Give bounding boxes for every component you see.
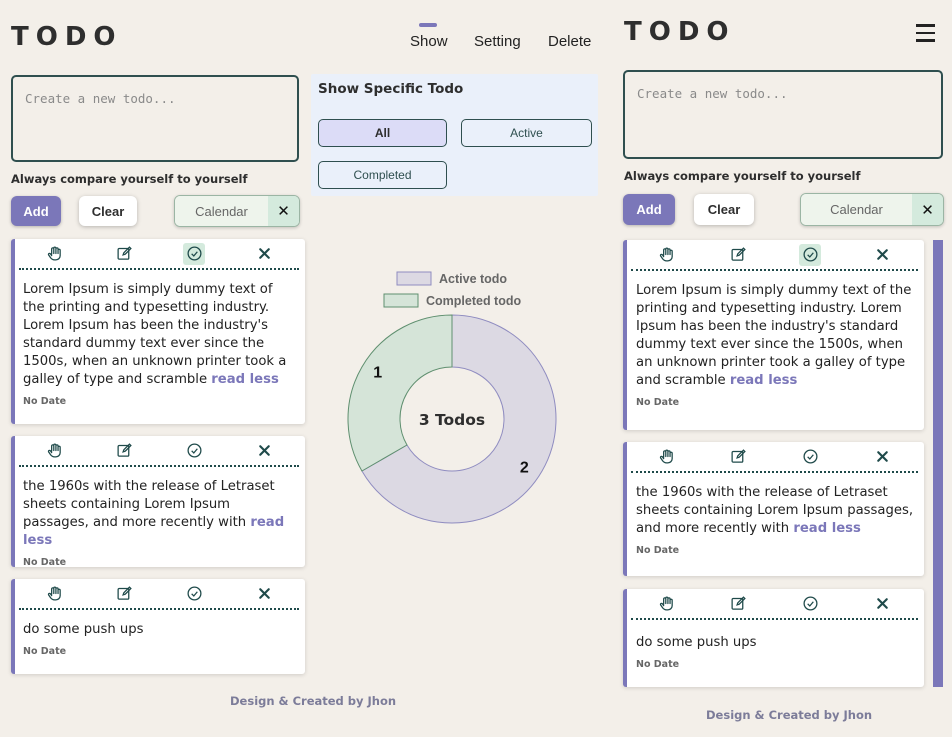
- nav-delete-link[interactable]: Delete: [548, 33, 591, 50]
- app-logo-mobile: TODO: [624, 17, 736, 47]
- read-less-link[interactable]: read less: [793, 521, 861, 536]
- drag-hand-icon[interactable]: [656, 446, 678, 468]
- new-todo-input[interactable]: [11, 75, 299, 162]
- todo-card-mobile: do some push ups No Date: [623, 589, 924, 687]
- check-circle-icon[interactable]: [183, 242, 205, 265]
- filter-panel: Show Specific Todo All Active Completed: [311, 74, 598, 196]
- legend-swatch-1: [383, 293, 419, 308]
- edit-icon[interactable]: [113, 243, 135, 265]
- clear-button-mobile[interactable]: Clear: [694, 194, 754, 225]
- donut-slice-completed-todo: [347, 314, 453, 472]
- filter-title: Show Specific Todo: [318, 81, 464, 97]
- todo-date: No Date: [23, 646, 67, 657]
- calendar-button-mobile[interactable]: Calendar: [801, 194, 912, 225]
- footer-credit: Design & Created by Jhon: [230, 694, 397, 708]
- drag-hand-icon[interactable]: [43, 583, 65, 605]
- todo-text: Lorem Ipsum is simply dummy text of the …: [636, 283, 912, 388]
- chart-center-label: 3 Todos: [419, 411, 485, 429]
- todo-toolbar: [19, 239, 299, 270]
- footer-credit-mobile: Design & Created by Jhon: [706, 708, 873, 722]
- todo-text: Lorem Ipsum is simply dummy text of the …: [23, 282, 287, 387]
- drag-hand-icon[interactable]: [43, 440, 65, 462]
- close-icon[interactable]: [871, 244, 893, 266]
- calendar-clear-button-mobile[interactable]: ✕: [912, 194, 943, 225]
- todo-date: No Date: [636, 545, 680, 556]
- app-logo: TODO: [11, 22, 123, 52]
- filter-all-button[interactable]: All: [318, 119, 447, 147]
- legend-swatch-0: [396, 271, 432, 286]
- close-icon[interactable]: [253, 243, 275, 265]
- drag-hand-icon[interactable]: [43, 243, 65, 265]
- todo-date: No Date: [23, 396, 67, 407]
- close-icon[interactable]: [871, 446, 893, 468]
- filter-active-button[interactable]: Active: [461, 119, 592, 147]
- todo-card-mobile: Lorem Ipsum is simply dummy text of the …: [623, 240, 924, 430]
- filter-completed-button[interactable]: Completed: [318, 161, 447, 189]
- edit-icon[interactable]: [728, 446, 750, 468]
- todo-text: do some push ups: [23, 622, 144, 637]
- read-less-link[interactable]: read less: [211, 372, 279, 387]
- close-icon[interactable]: [253, 583, 275, 605]
- donut-slice-value-1: 1: [373, 365, 382, 382]
- nav-show-link[interactable]: Show: [410, 33, 448, 50]
- edit-icon[interactable]: [113, 440, 135, 462]
- clear-button[interactable]: Clear: [79, 196, 137, 226]
- calendar-button[interactable]: Calendar: [175, 196, 268, 226]
- nav-setting-link[interactable]: Setting: [474, 33, 521, 50]
- todo-date: No Date: [636, 659, 680, 670]
- drag-hand-icon[interactable]: [656, 593, 678, 615]
- add-button-mobile[interactable]: Add: [623, 194, 675, 225]
- todo-card: Lorem Ipsum is simply dummy text of the …: [11, 239, 305, 424]
- todo-toolbar: [19, 579, 299, 610]
- drag-hand-icon[interactable]: [656, 244, 678, 266]
- calendar-control-mobile: Calendar ✕: [800, 193, 944, 226]
- read-less-link[interactable]: read less: [730, 373, 798, 388]
- close-icon[interactable]: [871, 593, 893, 615]
- scrollbar[interactable]: [933, 240, 943, 687]
- check-circle-icon[interactable]: [799, 593, 821, 615]
- todo-donut-chart: Active todo Completed todo 3 Todos 2 1: [347, 271, 557, 524]
- todo-text: the 1960s with the release of Letraset s…: [23, 479, 285, 548]
- donut-slice-value-0: 2: [520, 460, 529, 477]
- edit-icon[interactable]: [728, 244, 750, 266]
- todo-text: the 1960s with the release of Letraset s…: [636, 485, 914, 536]
- check-circle-icon[interactable]: [183, 583, 205, 605]
- motto-text-mobile: Always compare yourself to yourself: [624, 169, 861, 183]
- todo-card-mobile: the 1960s with the release of Letraset s…: [623, 442, 924, 576]
- calendar-control: Calendar ✕: [174, 195, 300, 227]
- close-icon[interactable]: [253, 440, 275, 462]
- edit-icon[interactable]: [728, 593, 750, 615]
- check-circle-icon[interactable]: [799, 446, 821, 468]
- todo-card: the 1960s with the release of Letraset s…: [11, 436, 305, 568]
- check-circle-icon[interactable]: [799, 243, 822, 266]
- new-todo-input-mobile[interactable]: [623, 70, 943, 159]
- todo-toolbar: [19, 436, 299, 467]
- motto-text: Always compare yourself to yourself: [11, 172, 248, 186]
- nav-active-indicator: [419, 23, 437, 27]
- calendar-clear-button[interactable]: ✕: [268, 196, 299, 226]
- todo-date: No Date: [636, 397, 680, 408]
- legend-label-1: Completed todo: [426, 294, 521, 308]
- todo-text: do some push ups: [636, 635, 757, 650]
- todo-toolbar: [631, 240, 918, 271]
- add-button[interactable]: Add: [11, 196, 61, 226]
- todo-toolbar: [631, 442, 918, 473]
- todo-toolbar: [631, 589, 918, 620]
- legend-label-0: Active todo: [439, 272, 507, 286]
- edit-icon[interactable]: [113, 583, 135, 605]
- todo-card: do some push ups No Date: [11, 579, 305, 674]
- check-circle-icon[interactable]: [183, 440, 205, 462]
- hamburger-menu-icon[interactable]: [916, 24, 935, 47]
- todo-date: No Date: [23, 557, 67, 568]
